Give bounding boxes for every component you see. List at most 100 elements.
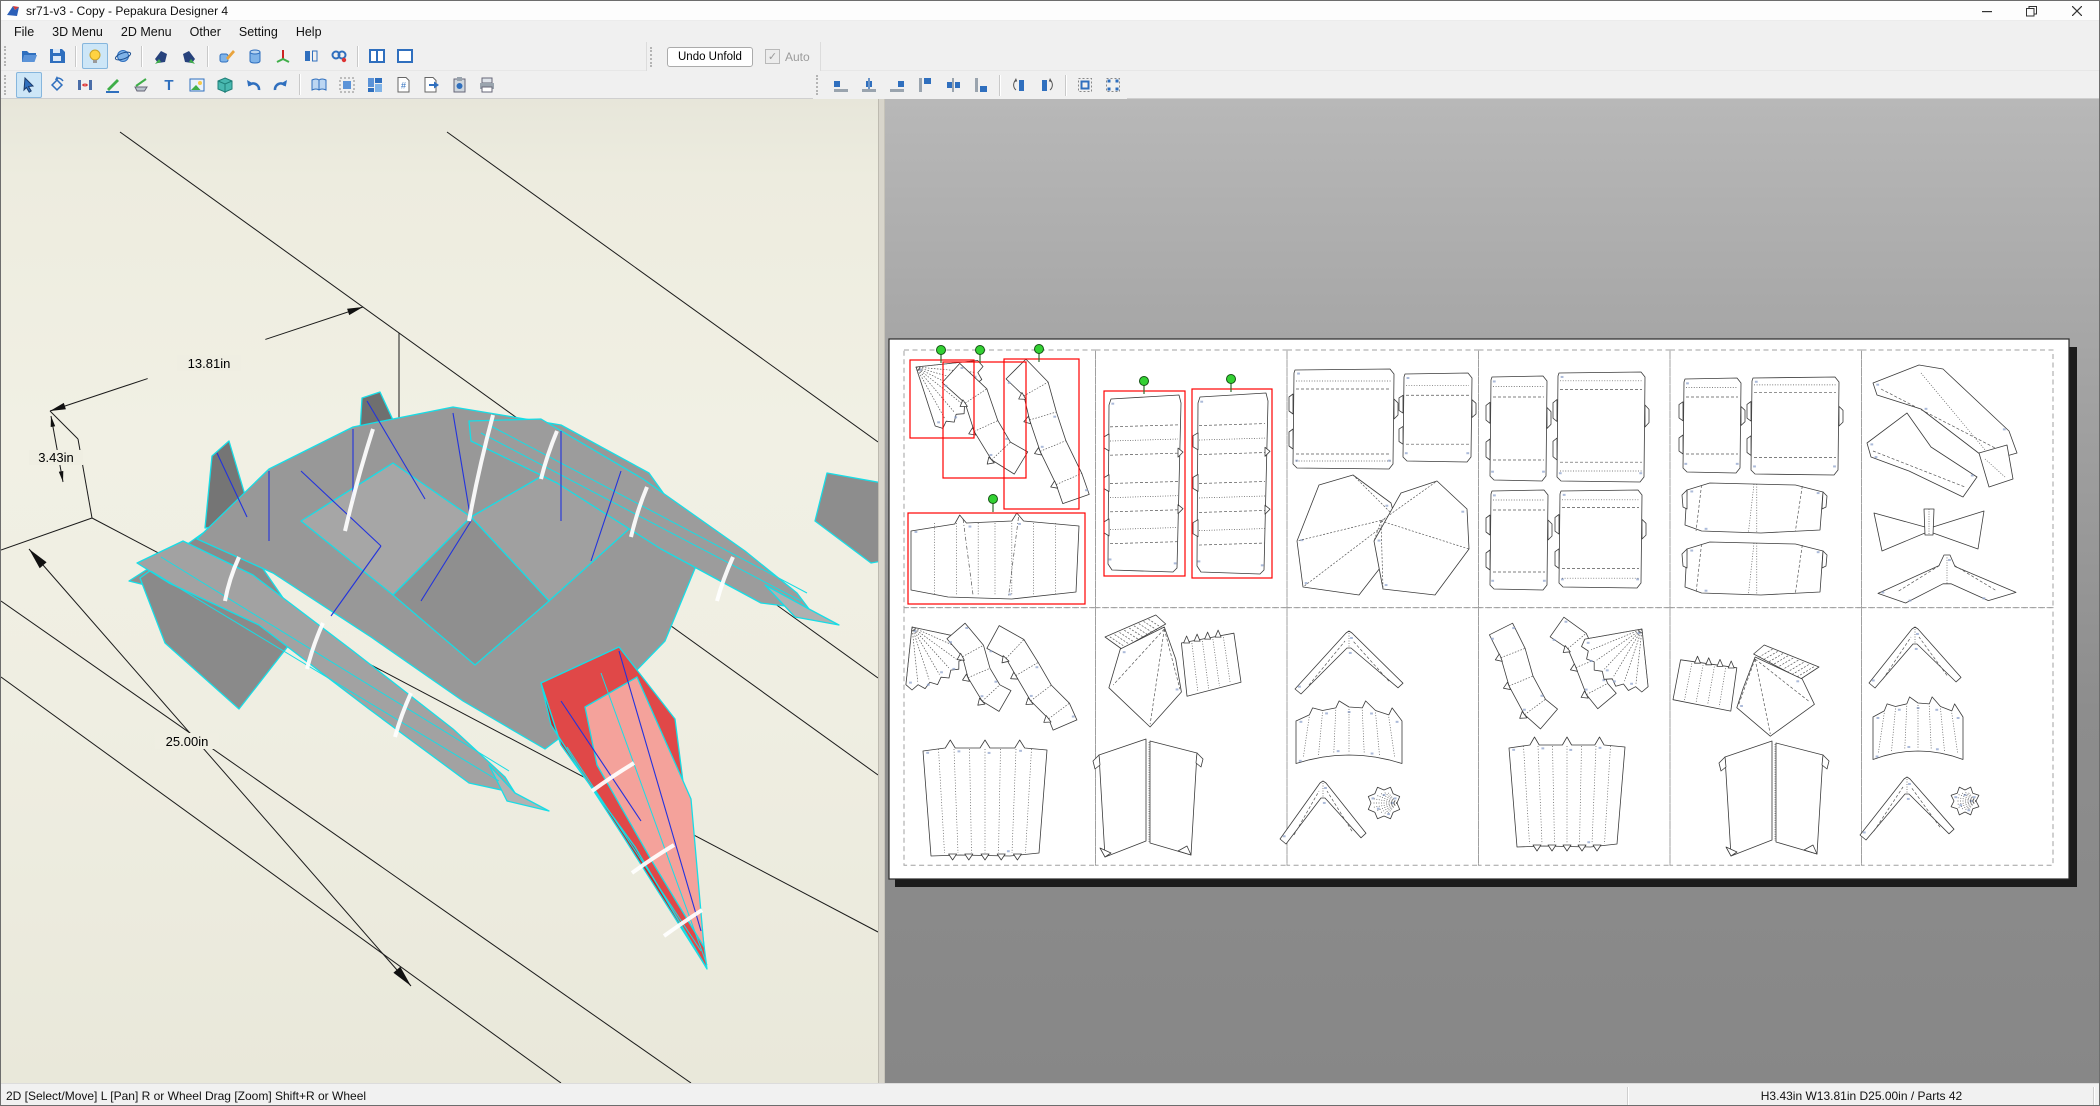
menu-help[interactable]: Help [287,23,331,41]
toolbar-grip[interactable] [816,75,823,95]
orbit-icon [114,47,132,65]
pack1-icon [1076,76,1094,94]
toolbar-grip[interactable] [650,47,657,67]
auto-unfold-checkbox[interactable]: ✓ [765,49,780,64]
part-pin[interactable] [1140,377,1149,386]
save-icon [48,47,66,65]
toggle-light-button[interactable] [82,43,108,69]
scatter-parts-button[interactable] [1100,72,1126,98]
alignc-icon [860,76,878,94]
print-button[interactable] [474,72,500,98]
part-pin[interactable] [937,346,946,355]
pane1-icon [396,47,414,65]
auto-unfold-label: Auto [785,50,810,64]
select-icon [20,76,38,94]
link-icon [330,47,348,65]
book-icon [310,76,328,94]
show-axis-button[interactable] [270,43,296,69]
part-pin[interactable] [989,495,998,504]
align-center-button[interactable] [856,72,882,98]
close-button[interactable] [2054,1,2099,21]
minimize-button[interactable] [1964,1,2009,21]
open-file-button[interactable] [16,43,42,69]
image-icon [188,76,206,94]
page-number-button[interactable]: # [390,72,416,98]
split-view-button[interactable] [298,43,324,69]
status-hint: 2D [Select/Move] L [Pan] R or Wheel Drag… [6,1089,366,1103]
rotate-part-button[interactable] [44,72,70,98]
menu-setting[interactable]: Setting [230,23,287,41]
rotate-model-right-button[interactable] [176,43,202,69]
align-middle-button[interactable] [940,72,966,98]
menu-bar: File 3D Menu 2D Menu Other Setting Help [1,21,2099,42]
undo-button[interactable] [240,72,266,98]
insert-text-button[interactable]: T [156,72,182,98]
undo-icon [244,76,262,94]
toolbar-separator [299,74,301,95]
copy-image-button[interactable] [446,72,472,98]
application-window: sr71-v3 - Copy - Pepakura Designer 4 Fil… [0,0,2100,1106]
status-bar: 2D [Select/Move] L [Pan] R or Wheel Drag… [1,1083,2099,1106]
menu-other[interactable]: Other [181,23,230,41]
draw-line-button[interactable] [100,72,126,98]
cylinder-icon [246,47,264,65]
rotate-cw-button[interactable] [1034,72,1060,98]
align-left-button[interactable] [828,72,854,98]
rotate-model-left-button[interactable] [148,43,174,69]
rotccw-icon [1010,76,1028,94]
toolbar-separator [75,46,77,67]
menu-file[interactable]: File [5,23,43,41]
divide-face-button[interactable] [128,72,154,98]
single-pane-layout-button[interactable] [392,43,418,69]
pane2-icon [368,47,386,65]
rotate-view-button[interactable] [110,43,136,69]
part-pin[interactable] [1035,345,1044,354]
toolbar-separator [141,46,143,67]
svg-text:T: T [164,77,173,94]
rotmodr-icon [180,47,198,65]
svg-text:#: # [401,80,406,90]
aligntop-icon [916,76,934,94]
toolbar-separator [1065,75,1067,96]
export-page-button[interactable] [418,72,444,98]
redo-button[interactable] [268,72,294,98]
pack-parts-button[interactable] [1072,72,1098,98]
menu-3d-menu[interactable]: 3D Menu [43,23,112,41]
rotate-ccw-button[interactable] [1006,72,1032,98]
part-pin[interactable] [976,346,985,355]
two-pane-layout-button[interactable] [364,43,390,69]
3d-model[interactable] [129,392,878,969]
restore-button[interactable] [2009,1,2054,21]
height-dimension-label: 3.43in [38,450,73,465]
insert-image-button[interactable] [184,72,210,98]
open-icon [20,47,38,65]
auto-layout-button[interactable] [362,72,388,98]
toolbar-grip[interactable] [4,46,11,66]
3d-viewport[interactable]: 13.81in 3.43in 25.00in [1,99,878,1083]
select-move-button[interactable] [16,72,42,98]
alignr-icon [888,76,906,94]
2d-viewport[interactable] [885,99,2100,1083]
distribute-parts-button[interactable] [72,72,98,98]
window-title: sr71-v3 - Copy - Pepakura Designer 4 [26,4,228,18]
box3d-icon [216,76,234,94]
select-region-button[interactable] [334,72,360,98]
menu-2d-menu[interactable]: 2D Menu [112,23,181,41]
pane-splitter[interactable] [878,99,885,1083]
save-button[interactable] [44,43,70,69]
undo-unfold-button[interactable]: Undo Unfold [667,47,753,67]
part-pin[interactable] [1227,375,1236,384]
close-icon [2072,6,2082,16]
edit-mode-button[interactable] [214,43,240,69]
axis-icon [274,47,292,65]
fold-preview-button[interactable] [306,72,332,98]
width-dimension-label: 13.81in [188,356,231,371]
align-top-button[interactable] [912,72,938,98]
show-3d-button[interactable] [212,72,238,98]
toolbar-grip[interactable] [4,75,11,95]
pencyl-icon [218,47,236,65]
align-right-button[interactable] [884,72,910,98]
sync-views-button[interactable] [326,43,352,69]
align-bottom-button[interactable] [968,72,994,98]
solid-view-button[interactable] [242,43,268,69]
